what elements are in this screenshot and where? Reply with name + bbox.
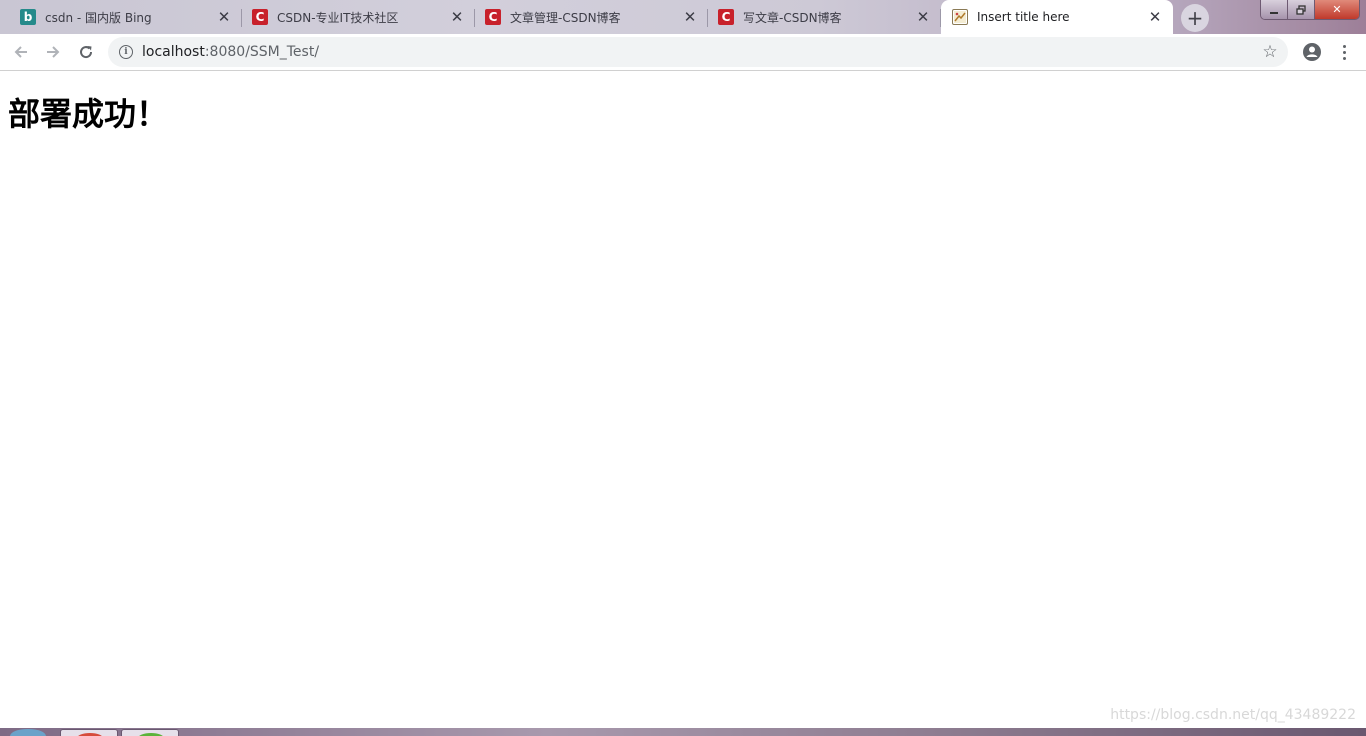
plus-icon: +: [1186, 6, 1204, 30]
window-controls: ✕: [1260, 0, 1360, 20]
arrow-right-icon: [47, 46, 60, 58]
taskbar: [0, 728, 1366, 736]
info-icon[interactable]: i: [119, 45, 133, 59]
tab-bing[interactable]: b csdn - 国内版 Bing ✕: [0, 0, 242, 34]
reload-icon: [80, 46, 93, 59]
bing-icon: b: [20, 9, 36, 25]
close-icon[interactable]: ✕: [449, 8, 465, 26]
tab-title: 文章管理-CSDN博客: [510, 10, 621, 25]
new-tab-button[interactable]: +: [1181, 4, 1209, 32]
watermark-text: https://blog.csdn.net/qq_43489222: [1110, 707, 1356, 723]
forward-button[interactable]: [41, 40, 65, 64]
tab-csdn-home[interactable]: C CSDN-专业IT技术社区 ✕: [242, 0, 475, 34]
close-icon: ✕: [1332, 3, 1342, 16]
kebab-menu-icon[interactable]: [1337, 40, 1351, 64]
bookmark-star-icon[interactable]: ☆: [1260, 42, 1280, 62]
taskbar-item-chrome[interactable]: [60, 729, 118, 736]
account-icon[interactable]: [1302, 42, 1322, 62]
tab-article-manage[interactable]: C 文章管理-CSDN博客 ✕: [475, 0, 708, 34]
back-button[interactable]: [9, 40, 33, 64]
tab-insert-title[interactable]: Insert title here ✕: [941, 0, 1173, 34]
close-icon[interactable]: ✕: [915, 8, 931, 26]
page-heading: 部署成功！: [8, 95, 169, 133]
restore-icon: [1296, 4, 1306, 15]
window-close-button[interactable]: ✕: [1315, 0, 1359, 19]
tab-write-article[interactable]: C 写文章-CSDN博客 ✕: [708, 0, 941, 34]
tab-title: Insert title here: [977, 10, 1070, 24]
browser-toolbar: i localhost:8080/SSM_Test/ ☆: [0, 34, 1366, 71]
minimize-icon: [1270, 11, 1278, 14]
close-icon[interactable]: ✕: [1147, 8, 1163, 26]
url-host: localhost: [142, 44, 205, 60]
address-url[interactable]: localhost:8080/SSM_Test/: [142, 44, 319, 60]
csdn-icon: C: [485, 9, 501, 25]
browser-window: b csdn - 国内版 Bing ✕ C CSDN-专业IT技术社区 ✕ C …: [0, 0, 1366, 736]
close-icon[interactable]: ✕: [682, 8, 698, 26]
csdn-icon: C: [718, 9, 734, 25]
tab-title: 写文章-CSDN博客: [743, 10, 842, 25]
csdn-icon: C: [252, 9, 268, 25]
page-content: 部署成功！ https://blog.csdn.net/qq_43489222: [0, 71, 1366, 728]
minimize-button[interactable]: [1261, 0, 1288, 19]
url-path: :8080/SSM_Test/: [204, 44, 320, 60]
tab-strip: b csdn - 国内版 Bing ✕ C CSDN-专业IT技术社区 ✕ C …: [0, 0, 1366, 34]
close-icon[interactable]: ✕: [216, 8, 232, 26]
tab-title: CSDN-专业IT技术社区: [277, 10, 399, 25]
taskbar-item-app[interactable]: [121, 729, 179, 736]
arrow-left-icon: [14, 46, 27, 58]
maximize-button[interactable]: [1288, 0, 1315, 19]
tab-title: csdn - 国内版 Bing: [45, 10, 152, 25]
reload-button[interactable]: [74, 40, 98, 64]
page-icon: [952, 9, 968, 25]
address-bar[interactable]: i localhost:8080/SSM_Test/ ☆: [108, 37, 1288, 67]
start-button[interactable]: [10, 729, 46, 736]
